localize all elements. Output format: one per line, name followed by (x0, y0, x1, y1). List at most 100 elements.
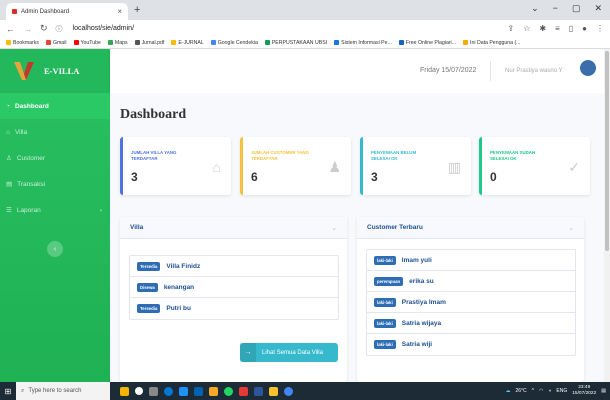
user-name[interactable]: Nur Prastiya wasno Y (505, 68, 563, 74)
taskbar-search[interactable]: ⌕ Type here to search (16, 382, 110, 400)
sidebar-item-customer[interactable]: ♙ Customer (0, 145, 110, 171)
star-icon[interactable]: ☆ (523, 24, 530, 33)
brand[interactable]: E-VILLA (0, 49, 110, 93)
cortana-icon[interactable] (135, 386, 143, 395)
check-icon: ✓ (568, 159, 580, 175)
menu-icon[interactable]: ⋮ (596, 24, 604, 33)
app-icon[interactable] (120, 386, 129, 396)
villa-list: Tersedia Villa Finidz Disewa kenangan Te… (129, 255, 339, 320)
arrow-right-icon: → (240, 343, 256, 362)
stat-value: 0 (490, 170, 497, 184)
wifi-icon[interactable]: ◠ (539, 388, 543, 394)
avatar[interactable] (580, 60, 596, 76)
store-icon[interactable] (179, 386, 188, 396)
taskbar: ⊞ ⌕ Type here to search ☁ 26°C ^ ◠ ◖ ENG… (0, 382, 610, 400)
bookmark-item[interactable]: Ini Data Pengguna (... (463, 40, 521, 46)
sidebar-item-laporan[interactable]: ☰ Laporan › (0, 197, 110, 223)
system-tray: ☁ 26°C ^ ◠ ◖ ENG 23:49 15/07/2022 ▤ (505, 385, 610, 397)
bookmark-item[interactable]: Google Cendekia (210, 40, 258, 46)
windows-start-icon[interactable]: ⊞ (0, 382, 16, 400)
close-window-icon[interactable]: ✕ (594, 3, 602, 14)
bookmark-item[interactable]: Free Online Plagiari... (398, 40, 456, 46)
browser-tab[interactable]: Admin Dashboard × (6, 3, 128, 20)
list-item[interactable]: Disewa kenangan (130, 277, 338, 298)
weather-icon[interactable]: ☁ (505, 388, 510, 394)
page-scrollbar[interactable] (604, 49, 610, 382)
gender-badge: perempuan (374, 276, 404, 286)
table-icon: ▤ (6, 181, 13, 188)
tachometer-icon: ◔ (6, 102, 10, 110)
sidebar-item-dashboard[interactable]: ◔ Dashboard (0, 93, 110, 119)
bookmark-item[interactable]: Jurnal.pdf (134, 40, 164, 46)
tab-search-icon[interactable]: ⌄ (531, 3, 539, 14)
scrollbar-thumb[interactable] (605, 51, 609, 251)
word-icon[interactable] (254, 386, 263, 396)
minimize-icon[interactable]: − (553, 3, 558, 14)
bookmark-item[interactable]: Maps (107, 40, 128, 46)
list-item[interactable]: Tersedia Putri bu (130, 298, 338, 319)
clock[interactable]: 23:49 15/07/2022 (572, 385, 596, 397)
bookmark-item[interactable]: YouTube (73, 40, 101, 46)
main-content: Dashboard JUMLAH VILLA YANG TERDAFTAR 3 … (110, 93, 604, 382)
list-item[interactable]: Tersedia Villa Finidz (130, 256, 338, 277)
list-item[interactable]: perempuan erika su (367, 271, 575, 292)
chevron-down-icon[interactable]: ⌄ (332, 224, 337, 232)
notification-icon[interactable]: ▤ (601, 388, 606, 394)
weather-temp[interactable]: 26°C (515, 388, 526, 394)
profile-icon[interactable]: ● (582, 24, 587, 33)
panel-header: Villa ⌄ (120, 217, 347, 239)
stat-card-villa: JUMLAH VILLA YANG TERDAFTAR 3 ⌂ (120, 137, 231, 195)
new-tab-button[interactable]: + (134, 4, 140, 16)
reload-icon[interactable]: ↻ (40, 23, 48, 34)
list-item[interactable]: laki-laki Prastiya Imam (367, 292, 575, 313)
sidebar-item-transaksi[interactable]: ▤ Transaksi (0, 171, 110, 197)
reading-list-icon[interactable]: ≡ (555, 24, 560, 33)
close-tab-icon[interactable]: × (117, 7, 122, 16)
back-icon[interactable]: ← (6, 24, 15, 34)
whatsapp-icon[interactable] (224, 386, 233, 396)
list-item[interactable]: laki-laki Satria wijaya (367, 313, 575, 334)
stat-card-customer: JUMLAH CUSTOMER YANG TERDAFTAR 6 ♟ (240, 137, 351, 195)
share-icon[interactable]: ⇪ (508, 24, 515, 33)
bookmark-item[interactable]: Bookmarks (6, 40, 39, 46)
sidebar: E-VILLA ◔ Dashboard ⌂ Villa ♙ Customer ▤… (0, 49, 110, 382)
language-indicator[interactable]: ENG (556, 388, 567, 394)
chrome-icon[interactable] (284, 386, 293, 396)
app-icon[interactable] (239, 386, 248, 396)
mail-icon[interactable] (194, 386, 203, 396)
sidebar-item-label: Dashboard (14, 102, 49, 110)
bookmark-item[interactable]: Gmail (45, 40, 67, 46)
info-icon[interactable]: ⓘ (56, 24, 63, 34)
bookmark-item[interactable]: E-JURNAL (171, 40, 204, 46)
panel-title: Customer Terbaru (367, 224, 423, 231)
volume-icon[interactable]: ◖ (548, 388, 551, 394)
bookmark-item[interactable]: Sistem Informasi Pe... (334, 40, 392, 46)
tray-chevron-icon[interactable]: ^ (532, 388, 534, 394)
chevron-down-icon[interactable]: ⌄ (569, 224, 574, 232)
task-view-icon[interactable] (149, 386, 158, 396)
see-all-villa-button[interactable]: → Lihat Semua Data Villa (240, 343, 338, 362)
maximize-icon[interactable]: ▢ (572, 3, 581, 14)
url-field[interactable]: localhost/sie/admin/ (73, 25, 134, 32)
panel-title: Villa (130, 224, 144, 231)
sidebar-item-villa[interactable]: ⌂ Villa (0, 119, 110, 145)
tab-title: Admin Dashboard (21, 8, 70, 15)
forward-icon[interactable]: → (23, 24, 32, 34)
sidebar-toggle-button[interactable]: ‹ (47, 241, 63, 257)
edge-icon[interactable] (164, 386, 173, 396)
chevron-left-icon: ‹ (53, 245, 57, 253)
status-badge: Disewa (137, 282, 158, 292)
list-item[interactable]: laki-laki Satria wiji (367, 334, 575, 355)
explorer-icon[interactable] (209, 386, 218, 396)
extensions-icon[interactable]: ✱ (539, 24, 546, 33)
brand-name: E-VILLA (44, 66, 80, 76)
list-item[interactable]: laki-laki Imam yuli (367, 250, 575, 271)
search-placeholder: Type here to search (28, 388, 82, 394)
app-icon[interactable] (269, 386, 278, 396)
bookmark-item[interactable]: PERPUSTAKAAN UBSI (264, 40, 327, 46)
sidebar-icon[interactable]: ▯ (569, 24, 573, 33)
customer-name: Satria wijaya (401, 319, 442, 327)
stat-value: 3 (371, 170, 378, 184)
topbar-divider (490, 61, 491, 81)
clipboard-icon: ▥ (447, 159, 461, 175)
